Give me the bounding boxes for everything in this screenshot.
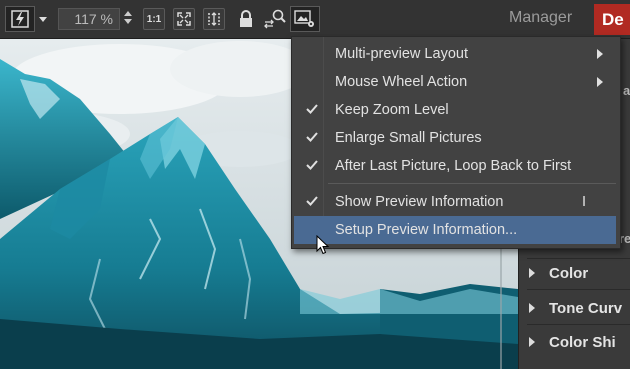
menu-item-setup-preview-information[interactable]: Setup Preview Information... bbox=[294, 216, 616, 244]
panel-section-tone-curve[interactable]: Tone Curv bbox=[529, 295, 630, 321]
menu-item-shortcut: I bbox=[582, 194, 587, 210]
image-settings-icon bbox=[294, 10, 314, 27]
panel-divider bbox=[527, 324, 630, 325]
zoom-input[interactable]: 117 % bbox=[58, 8, 120, 30]
section-label: Color bbox=[549, 264, 589, 282]
quick-fix-dropdown[interactable] bbox=[35, 6, 51, 32]
panel-divider bbox=[527, 258, 630, 259]
preview-options-menu: Multi-preview Layout Mouse Wheel Action … bbox=[291, 36, 621, 249]
menu-item-keep-zoom-level[interactable]: Keep Zoom Level bbox=[292, 96, 620, 124]
chevron-down-icon bbox=[39, 16, 47, 22]
module-tab-develop[interactable]: De bbox=[594, 4, 630, 35]
menu-item-show-preview-information[interactable]: Show Preview Information I bbox=[292, 188, 620, 216]
ratio-label: 1:1 bbox=[146, 13, 162, 25]
menu-item-mouse-wheel-action[interactable]: Mouse Wheel Action bbox=[292, 68, 620, 96]
fit-height-icon bbox=[208, 12, 220, 26]
menu-item-multi-preview-layout[interactable]: Multi-preview Layout bbox=[292, 40, 620, 68]
lock-icon bbox=[240, 10, 252, 27]
expand-triangle-icon bbox=[529, 268, 535, 278]
panel-section-color-shift[interactable]: Color Shi bbox=[529, 329, 630, 355]
preview-settings-button[interactable] bbox=[290, 6, 320, 32]
stepper-up-icon[interactable] bbox=[124, 11, 132, 16]
menu-item-label: Show Preview Information bbox=[335, 194, 504, 210]
section-label: Color Shi bbox=[549, 333, 616, 351]
zoom-1to1-button[interactable]: 1:1 bbox=[143, 8, 165, 30]
compare-zoom-button[interactable] bbox=[261, 6, 289, 32]
panel-section-color[interactable]: Color bbox=[529, 260, 630, 286]
fit-height-button[interactable] bbox=[203, 8, 225, 30]
menu-item-label: Setup Preview Information... bbox=[335, 222, 518, 238]
checkmark-icon bbox=[306, 160, 318, 170]
panel-divider bbox=[527, 289, 630, 290]
lock-button[interactable] bbox=[233, 6, 259, 32]
lightning-icon bbox=[11, 10, 29, 28]
stepper-down-icon[interactable] bbox=[124, 19, 132, 24]
toolbar: 117 % 1:1 Manager De bbox=[0, 0, 630, 39]
module-tab-manager[interactable]: Manager bbox=[509, 9, 572, 27]
menu-item-label: Keep Zoom Level bbox=[335, 102, 449, 118]
menu-item-label: Enlarge Small Pictures bbox=[335, 130, 482, 146]
submenu-arrow-icon bbox=[597, 49, 603, 59]
menu-item-label: Multi-preview Layout bbox=[335, 46, 468, 62]
expand-triangle-icon bbox=[529, 337, 535, 347]
checkmark-icon bbox=[306, 132, 318, 142]
zoom-sync-icon bbox=[264, 9, 286, 29]
menu-item-enlarge-small-pictures[interactable]: Enlarge Small Pictures bbox=[292, 124, 620, 152]
section-label: Tone Curv bbox=[549, 299, 623, 317]
submenu-arrow-icon bbox=[597, 77, 603, 87]
fit-to-screen-button[interactable] bbox=[173, 8, 195, 30]
menu-item-label: After Last Picture, Loop Back to First bbox=[335, 158, 572, 174]
menu-separator bbox=[328, 183, 616, 184]
checkmark-icon bbox=[306, 196, 318, 206]
mouse-cursor-icon bbox=[316, 235, 330, 255]
zoom-stepper[interactable] bbox=[122, 9, 134, 31]
menu-item-loop-back[interactable]: After Last Picture, Loop Back to First bbox=[292, 152, 620, 180]
menu-item-label: Mouse Wheel Action bbox=[335, 74, 468, 90]
checkmark-icon bbox=[306, 104, 318, 114]
panel-stub-a: a bbox=[623, 83, 630, 98]
quick-fix-button[interactable] bbox=[5, 6, 35, 32]
expand-triangle-icon bbox=[529, 303, 535, 313]
fit-screen-icon bbox=[177, 12, 191, 26]
